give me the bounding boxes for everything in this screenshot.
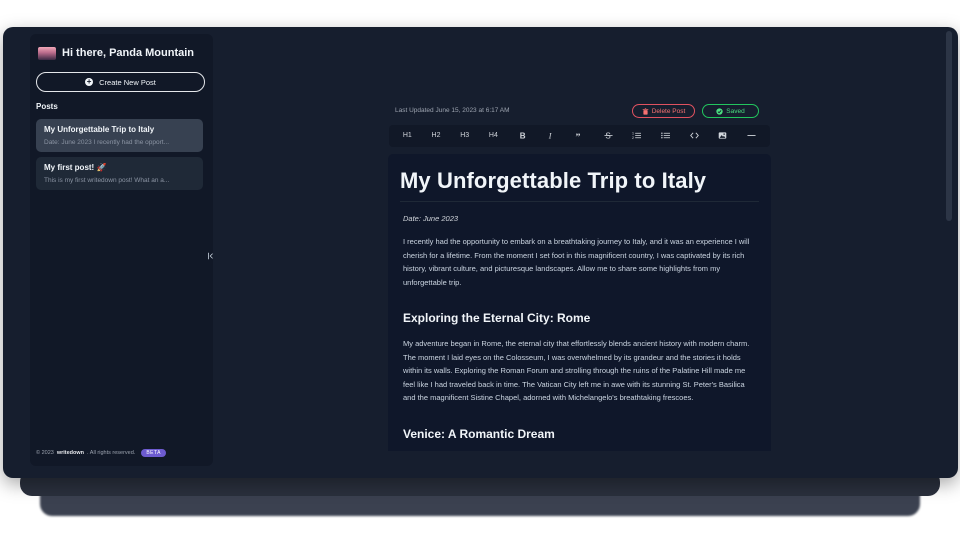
document-title[interactable]: My Unforgettable Trip to Italy	[400, 168, 759, 194]
sidebar: Hi there, Panda Mountain + Create New Po…	[30, 34, 213, 466]
intro-paragraph[interactable]: I recently had the opportunity to embark…	[403, 235, 759, 289]
check-circle-icon	[716, 107, 723, 115]
section-heading-venice[interactable]: Venice: A Romantic Dream	[403, 427, 759, 441]
editor-toolbar: H1 H2 H3 H4 B I ” S 12	[389, 125, 770, 147]
quote-icon[interactable]: ”	[569, 130, 589, 143]
heading-4-button[interactable]: H4	[483, 130, 503, 142]
create-new-post-label: Create New Post	[99, 77, 156, 87]
heading-3-button[interactable]: H3	[455, 130, 475, 142]
ordered-list-icon[interactable]: 12	[627, 130, 647, 142]
heading-1-button[interactable]: H1	[397, 130, 417, 142]
delete-post-button[interactable]: Delete Post	[632, 104, 695, 118]
svg-text:2: 2	[632, 136, 634, 140]
avatar[interactable]	[38, 46, 56, 60]
strikethrough-icon[interactable]: S	[598, 130, 618, 142]
italic-icon[interactable]: I	[541, 130, 561, 142]
posts-heading: Posts	[36, 102, 58, 111]
trash-icon	[642, 107, 648, 115]
rights-text: . All rights reserved.	[87, 450, 136, 456]
editor-content[interactable]: My Unforgettable Trip to Italy Date: Jun…	[388, 154, 771, 451]
saved-label: Saved	[726, 107, 745, 115]
document-date[interactable]: Date: June 2023	[403, 214, 759, 223]
collapse-sidebar-icon[interactable]	[204, 251, 218, 265]
saved-status-button[interactable]: Saved	[702, 104, 759, 118]
sidebar-footer: © 2023 writedown. All rights reserved. B…	[36, 449, 167, 457]
page-scrollbar[interactable]	[946, 31, 952, 221]
beta-badge: BETA	[141, 449, 167, 457]
post-item-italy[interactable]: My Unforgettable Trip to Italy Date: Jun…	[36, 119, 203, 152]
section-heading-rome[interactable]: Exploring the Eternal City: Rome	[403, 311, 759, 325]
svg-text:I: I	[548, 131, 552, 139]
editor-meta-row: Last Updated June 15, 2023 at 6:17 AM De…	[395, 103, 763, 119]
plus-icon: +	[85, 77, 94, 86]
post-title: My first post! 🚀	[44, 163, 107, 172]
bullet-list-icon[interactable]	[656, 130, 676, 142]
last-updated-text: Last Updated June 15, 2023 at 6:17 AM	[395, 107, 510, 114]
code-icon[interactable]	[684, 130, 704, 142]
post-excerpt: Date: June 2023 I recently had the oppor…	[44, 139, 170, 146]
svg-text:B: B	[519, 131, 525, 139]
title-divider	[400, 201, 759, 202]
greeting-text: Hi there, Panda Mountain	[62, 47, 195, 59]
post-excerpt: This is my first writedown post! What an…	[44, 177, 170, 184]
heading-2-button[interactable]: H2	[426, 130, 446, 142]
delete-post-label: Delete Post	[651, 107, 686, 115]
copyright-text: © 2023	[36, 450, 54, 456]
brand-name: writedown	[56, 450, 85, 456]
user-greeting: Hi there, Panda Mountain	[36, 34, 207, 72]
rome-paragraph[interactable]: My adventure began in Rome, the eternal …	[403, 337, 759, 405]
svg-text:1: 1	[632, 131, 634, 135]
bold-icon[interactable]: B	[512, 130, 532, 142]
create-new-post-button[interactable]: + Create New Post	[36, 72, 205, 92]
svg-text:”: ”	[575, 132, 580, 140]
image-icon[interactable]	[713, 130, 733, 142]
post-title: My Unforgettable Trip to Italy	[44, 125, 155, 134]
post-item-first-post[interactable]: My first post! 🚀 This is my first writed…	[36, 157, 203, 190]
horizontal-rule-icon[interactable]	[742, 130, 762, 142]
